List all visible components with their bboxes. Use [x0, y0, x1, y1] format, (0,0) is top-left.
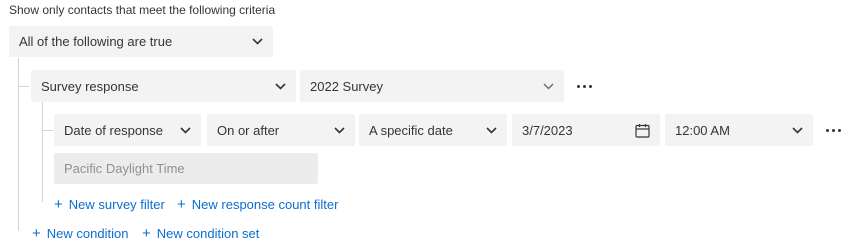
- survey-label: 2022 Survey: [310, 78, 383, 94]
- filter-field-dropdown[interactable]: Date of response: [54, 114, 201, 146]
- chevron-down-icon: [251, 36, 263, 48]
- filter-more-options-icon[interactable]: [822, 122, 844, 138]
- date-value: 3/7/2023: [522, 122, 573, 138]
- chevron-down-icon: [333, 124, 345, 136]
- new-response-count-filter-link[interactable]: + New response count filter: [177, 197, 338, 212]
- new-condition-set-label: New condition set: [156, 226, 260, 241]
- condition-logic-label: All of the following are true: [19, 34, 173, 49]
- new-survey-filter-link[interactable]: + New survey filter: [54, 197, 165, 212]
- tree-line-outer-branch: [18, 86, 29, 87]
- filter-operator-label: On or after: [217, 122, 280, 138]
- condition-field-dropdown[interactable]: Survey response: [31, 70, 296, 102]
- new-survey-filter-label: New survey filter: [68, 197, 165, 212]
- tree-line-inner-branch: [42, 130, 53, 131]
- survey-dropdown[interactable]: 2022 Survey: [300, 70, 564, 102]
- plus-icon: +: [32, 225, 41, 242]
- condition-logic-dropdown[interactable]: All of the following are true: [9, 26, 273, 57]
- chevron-down-icon: [485, 124, 497, 136]
- tree-line-inner: [42, 102, 43, 202]
- new-condition-set-link[interactable]: + New condition set: [142, 226, 259, 241]
- time-dropdown[interactable]: 12:00 AM: [665, 114, 813, 146]
- filter-operator-dropdown[interactable]: On or after: [207, 114, 355, 146]
- new-condition-link[interactable]: + New condition: [32, 226, 128, 241]
- date-type-label: A specific date: [369, 122, 453, 138]
- date-input[interactable]: 3/7/2023: [512, 114, 660, 146]
- condition-field-label: Survey response: [41, 78, 139, 94]
- tree-line-outer: [18, 58, 19, 231]
- chevron-down-icon: [179, 124, 191, 136]
- time-label: 12:00 AM: [675, 122, 730, 138]
- chevron-down-icon: [274, 80, 286, 92]
- criteria-header: Show only contacts that meet the followi…: [9, 3, 276, 17]
- date-type-dropdown[interactable]: A specific date: [359, 114, 507, 146]
- chevron-down-icon: [791, 124, 803, 136]
- chevron-down-icon: [542, 80, 554, 92]
- new-response-count-filter-label: New response count filter: [191, 197, 339, 212]
- timezone-field: Pacific Daylight Time: [54, 153, 318, 184]
- calendar-icon[interactable]: [634, 122, 650, 138]
- new-condition-label: New condition: [46, 226, 129, 241]
- timezone-label: Pacific Daylight Time: [64, 161, 185, 176]
- condition-more-options-icon[interactable]: [573, 78, 595, 94]
- filter-field-label: Date of response: [64, 122, 164, 138]
- plus-icon: +: [142, 225, 151, 242]
- plus-icon: +: [54, 196, 63, 213]
- plus-icon: +: [177, 196, 186, 213]
